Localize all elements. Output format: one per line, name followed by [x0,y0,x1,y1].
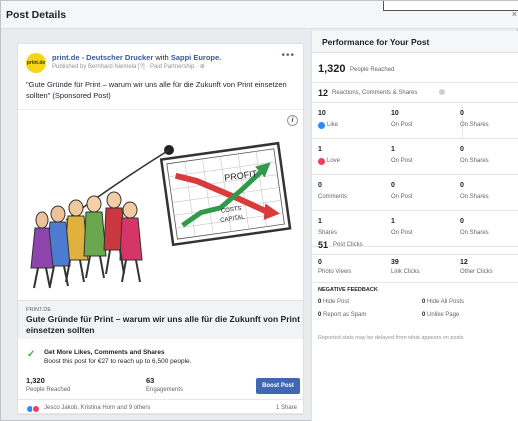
more-options-icon[interactable]: ••• [281,50,295,61]
negative-hide-post: 0 Hide Post [318,299,350,305]
reached-row: 1,320 People Reached [312,57,518,83]
reactions-label: Reactions, Comments & Shares [332,90,418,96]
reached-label: People Reached [350,67,395,73]
post-author-line: print.de - Deutscher Drucker with Sappi … [52,53,221,62]
grid-row-comments: 0 Comments 0 On Post 0 On Shares [312,175,518,211]
reached-value: 1,320 [318,63,346,75]
overlay-divider [383,1,518,11]
post-text: "Gute Gründe für Print – warum wir uns a… [26,80,287,100]
checkmark-icon: ✓ [27,349,36,360]
clicks-breakdown: 0 Photo Views 39 Link Clicks 12 Other Cl… [312,255,518,283]
negative-unlike-page: 0 Unlike Page [422,312,460,318]
with-text: with [155,53,169,62]
boost-banner: ✓ Get More Likes, Comments and Shares Bo… [18,343,303,373]
link-preview[interactable]: PRINT.DE Gute Gründe für Print – warum w… [18,301,303,339]
link-domain: PRINT.DE [26,307,52,313]
info-icon[interactable]: i [287,115,298,126]
performance-title: Performance for Your Post [322,37,430,47]
performance-header: Performance for Your Post [312,31,518,53]
page-avatar[interactable]: print.de [26,53,46,73]
reactions-summary-row: 12 Reactions, Comments & Shares [312,83,518,103]
published-by-line: Published by Bernhard Niemela [?] · Paid… [52,64,205,70]
negative-title: NEGATIVE FEEDBACK [318,287,378,293]
negative-hide-all: 0 Hide All Posts [422,299,465,305]
like-icon [318,122,325,129]
post-card: print.de print.de - Deutscher Drucker wi… [17,43,304,415]
post-clicks-row: 51 Post Clicks [312,235,518,255]
clicks-value: 51 [318,240,329,250]
love-reaction-icon [32,405,40,413]
reactions-names[interactable]: Jesco Jakob, Kristina Horn and 9 others [44,405,150,411]
boost-post-button[interactable]: Boost Post [256,378,300,394]
post-details-dialog: Post Details × print.de print.de - Deuts… [0,0,518,421]
info-icon[interactable] [439,89,445,95]
grid-row-like: 10 Like 10 On Post 0 On Shares [312,103,518,139]
boost-title: Get More Likes, Comments and Shares [44,349,165,356]
grid-row-love: 1 Love 1 On Post 0 On Shares [312,139,518,175]
love-icon [318,158,325,165]
post-image[interactable]: PROFIT COSTS CAPITAL i [18,109,303,301]
negative-report-spam: 0 Report as Spam [318,312,367,318]
partner-link[interactable]: Sappi Europe. [171,53,221,62]
link-title[interactable]: Gute Gründe für Print – warum wir uns al… [26,314,301,336]
illustration-icon: PROFIT COSTS CAPITAL [30,141,292,289]
boost-subtitle: Boost this post for €27 to reach up to 6… [44,358,192,365]
stats-footer-note: Reported stats may be delayed from what … [318,335,464,341]
clicks-label: Post Clicks [333,242,363,248]
dialog-title: Post Details [6,9,67,21]
reactions-value: 12 [318,88,329,98]
stat-engagements: 63 Engagements [146,376,184,393]
performance-panel: Performance for Your Post 1,320 People R… [311,31,518,421]
stat-people-reached: 1,320 People Reached [26,376,71,393]
reactions-grid: 10 Like 10 On Post 0 On Shares 1 Love 1 … [312,103,518,247]
page-name-link[interactable]: print.de - Deutscher Drucker [52,53,153,62]
shares-count[interactable]: 1 Share [276,405,297,411]
